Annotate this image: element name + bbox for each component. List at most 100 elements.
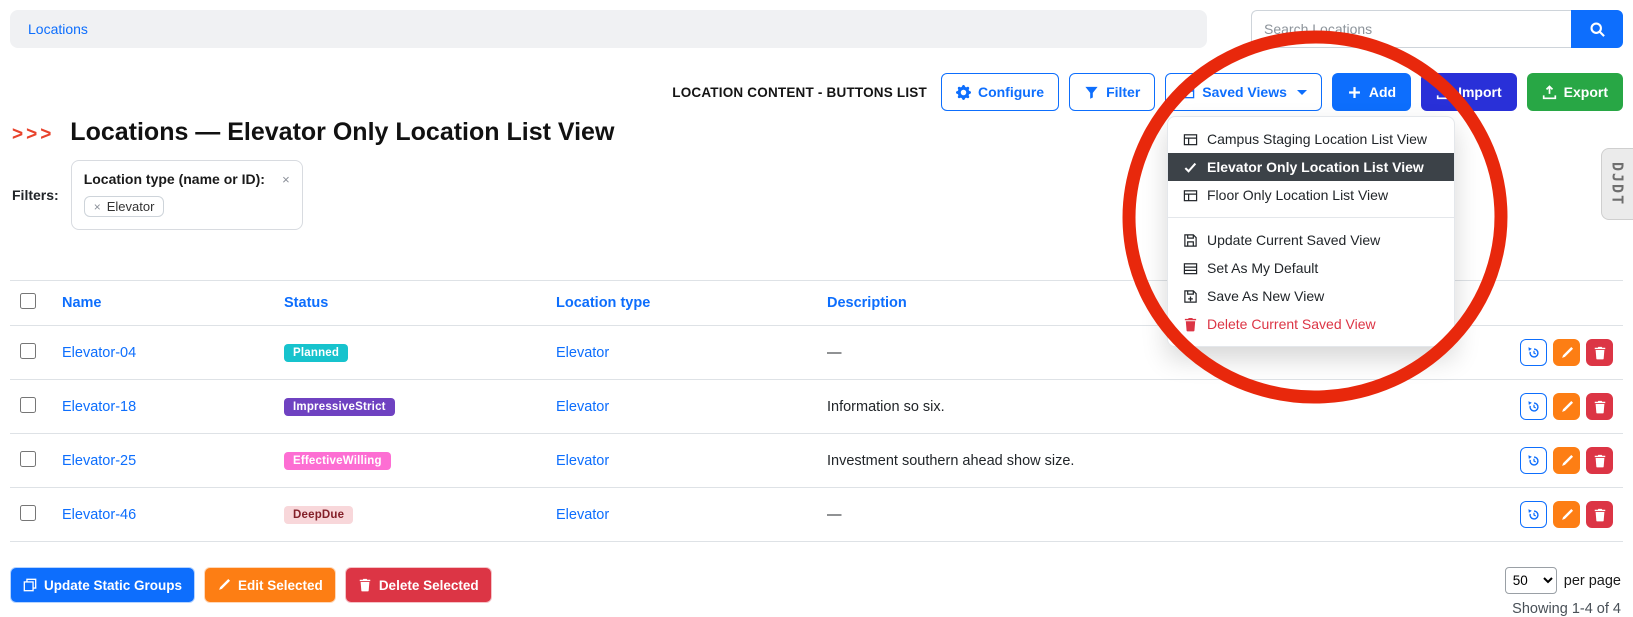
location-type-link[interactable]: Elevator — [556, 507, 609, 523]
pencil-icon — [1560, 454, 1574, 468]
filters-label: Filters: — [12, 187, 59, 203]
history-icon — [1527, 400, 1541, 414]
trash-icon — [1593, 400, 1607, 414]
trash-icon — [1183, 317, 1198, 332]
edit-button[interactable] — [1553, 447, 1580, 474]
location-type-link[interactable]: Elevator — [556, 345, 609, 361]
menu-item-save-as-new[interactable]: Save As New View — [1168, 282, 1454, 310]
pencil-icon — [1560, 400, 1574, 414]
debug-toolbar-handle[interactable]: DJDT — [1601, 148, 1633, 220]
history-button[interactable] — [1520, 339, 1547, 366]
row-checkbox[interactable] — [20, 343, 36, 359]
update-static-groups-button[interactable]: Update Static Groups — [10, 567, 195, 603]
sort-name-header[interactable]: Name — [62, 295, 102, 311]
edit-selected-button[interactable]: Edit Selected — [204, 567, 336, 603]
edit-button[interactable] — [1553, 393, 1580, 420]
status-badge: DeepDue — [284, 506, 353, 524]
menu-item-label: Elevator Only Location List View — [1207, 159, 1424, 175]
sort-status-header[interactable]: Status — [284, 295, 328, 311]
select-all-checkbox[interactable] — [20, 293, 36, 309]
toolbar-context-label: LOCATION CONTENT - BUTTONS LIST — [672, 85, 927, 100]
menu-item-delete-saved-view[interactable]: Delete Current Saved View — [1168, 310, 1454, 338]
sort-description-header[interactable]: Description — [827, 295, 907, 311]
location-type-link[interactable]: Elevator — [556, 453, 609, 469]
saved-views-button[interactable]: Saved Views — [1165, 73, 1322, 111]
export-icon — [1542, 85, 1557, 100]
delete-button[interactable] — [1586, 447, 1613, 474]
remove-tag-icon[interactable]: × — [94, 200, 101, 214]
per-page-select[interactable]: 50 — [1505, 567, 1557, 594]
configure-button[interactable]: Configure — [941, 73, 1059, 111]
page-title: Locations — Elevator Only Location List … — [70, 118, 614, 147]
search-button[interactable] — [1571, 10, 1623, 48]
row-actions — [1513, 339, 1613, 366]
save-icon — [1183, 233, 1198, 248]
actions-toolbar: LOCATION CONTENT - BUTTONS LIST Configur… — [0, 48, 1633, 111]
update-static-groups-label: Update Static Groups — [44, 578, 182, 593]
menu-item-update-saved-view[interactable]: Update Current Saved View — [1168, 226, 1454, 254]
gear-icon — [956, 85, 971, 100]
breadcrumb: Locations — [10, 10, 1207, 48]
row-actions — [1513, 447, 1613, 474]
plus-icon — [1347, 85, 1362, 100]
menu-item-set-default[interactable]: Set As My Default — [1168, 254, 1454, 282]
filter-tag-label: Elevator — [107, 199, 155, 214]
remove-filter-group-icon[interactable]: × — [282, 172, 290, 187]
location-name-link[interactable]: Elevator-04 — [62, 345, 136, 361]
delete-button[interactable] — [1586, 501, 1613, 528]
menu-item-label: Set As My Default — [1207, 260, 1318, 276]
row-checkbox[interactable] — [20, 451, 36, 467]
delete-button[interactable] — [1586, 339, 1613, 366]
table-row: Elevator-18 ImpressiveStrict Elevator In… — [10, 380, 1623, 434]
description-text: — — [827, 345, 842, 361]
import-button[interactable]: Import — [1421, 73, 1517, 111]
menu-divider — [1168, 217, 1454, 218]
delete-selected-label: Delete Selected — [379, 578, 479, 593]
menu-item-label: Update Current Saved View — [1207, 232, 1380, 248]
status-badge: Planned — [284, 344, 348, 362]
edit-button[interactable] — [1553, 339, 1580, 366]
row-checkbox[interactable] — [20, 505, 36, 521]
description-text: — — [827, 507, 842, 523]
history-button[interactable] — [1520, 393, 1547, 420]
search-icon — [1589, 21, 1606, 38]
search-input[interactable] — [1251, 10, 1571, 48]
location-type-link[interactable]: Elevator — [556, 399, 609, 415]
edit-button[interactable] — [1553, 501, 1580, 528]
menu-item-campus-staging-view[interactable]: Campus Staging Location List View — [1168, 125, 1454, 153]
saved-views-menu: Campus Staging Location List View Elevat… — [1167, 116, 1455, 347]
location-name-link[interactable]: Elevator-25 — [62, 453, 136, 469]
pencil-icon — [1560, 508, 1574, 522]
breadcrumb-link-locations[interactable]: Locations — [28, 21, 88, 37]
delete-button[interactable] — [1586, 393, 1613, 420]
location-name-link[interactable]: Elevator-18 — [62, 399, 136, 415]
row-checkbox[interactable] — [20, 397, 36, 413]
history-button[interactable] — [1520, 447, 1547, 474]
top-bar: Locations — [0, 0, 1633, 48]
search-group — [1251, 10, 1623, 48]
showing-count: Showing 1-4 of 4 — [1512, 601, 1621, 617]
menu-item-floor-only-view[interactable]: Floor Only Location List View — [1168, 181, 1454, 209]
export-button[interactable]: Export — [1527, 73, 1623, 111]
table-icon — [1183, 261, 1198, 276]
menu-item-elevator-only-view[interactable]: Elevator Only Location List View — [1168, 153, 1454, 181]
title-chevrons: >>> — [12, 124, 54, 146]
filter-group: Location type (name or ID): × × Elevator — [71, 160, 303, 230]
chevron-down-icon — [1297, 90, 1307, 95]
edit-selected-label: Edit Selected — [238, 578, 323, 593]
add-label: Add — [1369, 84, 1396, 100]
bulk-actions: Update Static Groups Edit Selected Delet… — [10, 567, 492, 603]
menu-item-label: Campus Staging Location List View — [1207, 131, 1427, 147]
history-button[interactable] — [1520, 501, 1547, 528]
per-page-label: per page — [1564, 573, 1621, 589]
table-row: Elevator-25 EffectiveWilling Elevator In… — [10, 434, 1623, 488]
table-row: Elevator-46 DeepDue Elevator — — [10, 488, 1623, 542]
filter-button[interactable]: Filter — [1069, 73, 1155, 111]
location-name-link[interactable]: Elevator-46 — [62, 507, 136, 523]
delete-selected-button[interactable]: Delete Selected — [345, 567, 492, 603]
add-button[interactable]: Add — [1332, 73, 1411, 111]
sort-location-type-header[interactable]: Location type — [556, 295, 650, 311]
menu-item-label: Floor Only Location List View — [1207, 187, 1388, 203]
status-badge: EffectiveWilling — [284, 452, 391, 470]
trash-icon — [1593, 508, 1607, 522]
